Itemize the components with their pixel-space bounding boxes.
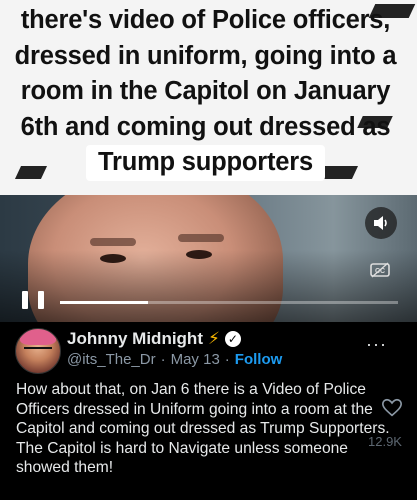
video-progress-fill <box>60 301 148 304</box>
post-text: How about that, on Jan 6 there is a Vide… <box>16 381 390 477</box>
closed-captions-icon: CC <box>370 262 390 278</box>
post-date[interactable]: May 13 <box>171 351 220 368</box>
display-name[interactable]: Johnny Midnight <box>67 329 203 349</box>
more-options-button[interactable]: ··· <box>366 334 387 355</box>
volume-icon <box>374 216 387 230</box>
video-player[interactable]: there's video of Police officers, dresse… <box>0 0 417 322</box>
follow-button[interactable]: Follow <box>235 351 283 368</box>
separator-dot: · <box>224 351 230 368</box>
like-count: 12.9K <box>368 434 402 449</box>
lightning-emoji: ⚡ <box>207 329 220 348</box>
caption-line: dressed in uniform, going into a <box>14 41 397 70</box>
captions-button[interactable]: CC <box>370 262 390 283</box>
volume-button[interactable] <box>365 207 397 239</box>
caption-line: room in the Capitol on January <box>20 77 391 105</box>
post: Johnny Midnight ⚡ ✓ @its_The_Dr · May 13… <box>0 322 417 500</box>
caption-line: 6th and coming out dressed as <box>20 112 391 141</box>
caption-line: there's video of Police officers, <box>20 6 391 34</box>
caption-line: Trump supporters <box>86 145 325 181</box>
handle[interactable]: @its_The_Dr <box>67 351 156 368</box>
pause-button[interactable] <box>22 291 44 311</box>
avatar[interactable] <box>15 328 61 374</box>
video-caption-band: there's video of Police officers, dresse… <box>0 0 417 195</box>
separator-dot: · <box>160 351 166 368</box>
like-icon[interactable] <box>381 397 403 419</box>
author-row: Johnny Midnight ⚡ ✓ <box>67 329 241 349</box>
author-meta: @its_The_Dr · May 13 · Follow <box>67 351 282 368</box>
video-shade <box>0 250 417 322</box>
video-caption: there's video of Police officers, dresse… <box>0 3 411 181</box>
verified-badge-icon: ✓ <box>224 331 241 347</box>
video-progress-bar[interactable] <box>60 301 398 304</box>
pause-icon <box>22 291 28 309</box>
